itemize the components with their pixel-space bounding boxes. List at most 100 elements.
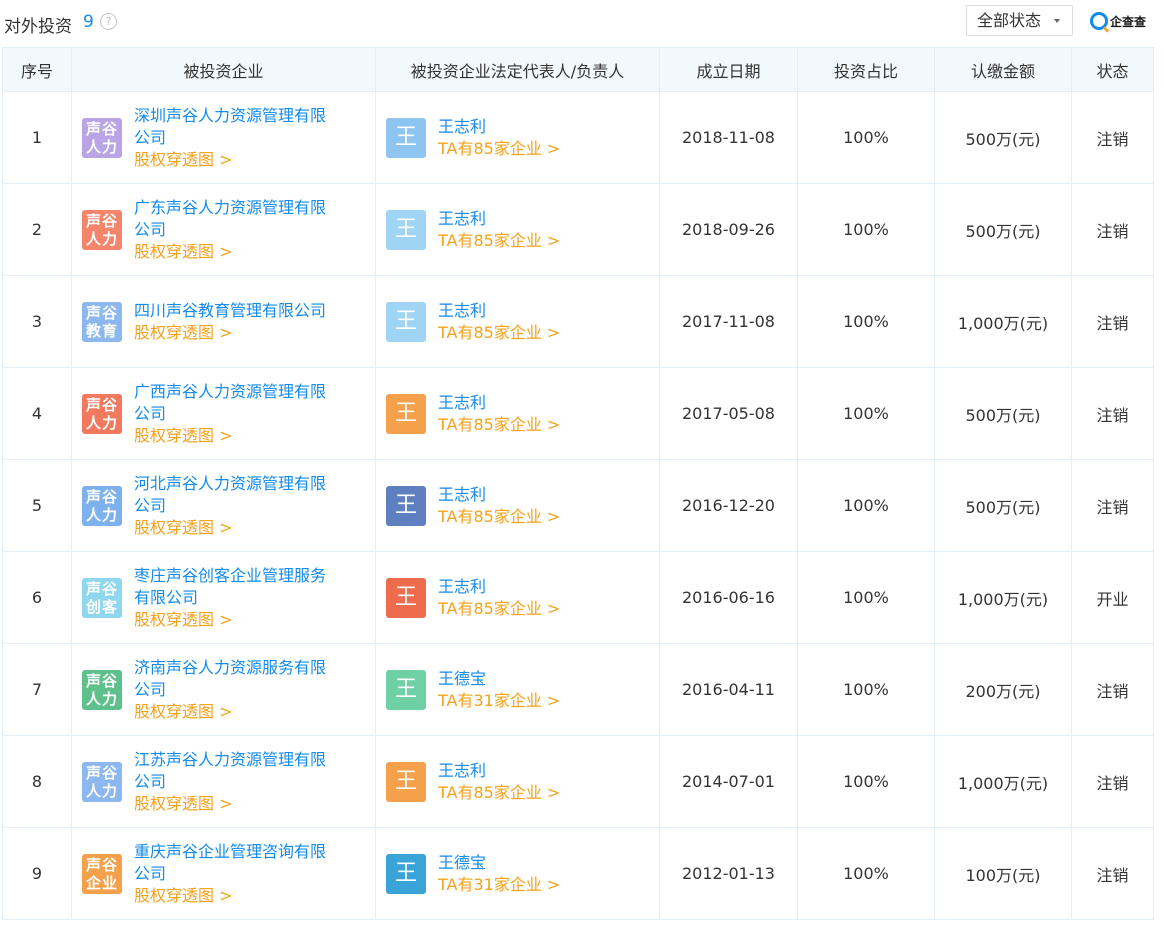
status-badge: 注销	[1071, 367, 1154, 460]
avatar: 王	[386, 393, 426, 434]
company-name-link[interactable]: 江苏声谷人力资源管理有限 公司	[134, 749, 326, 793]
representative-companies-link[interactable]: TA有85家企业 >	[438, 506, 560, 528]
equity-penetration-link[interactable]: 股权穿透图 >	[134, 609, 326, 631]
representative-companies-link[interactable]: TA有31家企业 >	[438, 874, 560, 896]
avatar: 王	[386, 301, 426, 342]
company-name-link[interactable]: 广东声谷人力资源管理有限 公司	[134, 197, 326, 241]
representative-cell: 王 王志利 TA有85家企业 >	[375, 551, 660, 644]
section-title: 对外投资	[4, 17, 72, 37]
table-row: 4 声谷 人力 广西声谷人力资源管理有限 公司 股权穿透图 > 王 王志利 TA有…	[2, 367, 1154, 460]
representative-cell: 王 王志利 TA有85家企业 >	[375, 367, 660, 460]
column-header-company: 被投资企业	[71, 47, 376, 92]
representative-name-link[interactable]: 王志利	[438, 208, 560, 230]
equity-penetration-link[interactable]: 股权穿透图 >	[134, 885, 326, 907]
equity-penetration-link[interactable]: 股权穿透图 >	[134, 425, 326, 447]
company-name-link[interactable]: 深圳声谷人力资源管理有限 公司	[134, 105, 326, 149]
company-name-line: 深圳声谷人力资源管理有限	[134, 105, 327, 125]
company-name-line: 公司	[134, 219, 167, 239]
subscribed-amount: 1,000万(元)	[934, 551, 1072, 644]
row-index: 1	[2, 91, 72, 184]
company-cell: 声谷 教育 四川声谷教育管理有限公司 股权穿透图 >	[71, 275, 376, 368]
status-badge: 开业	[1071, 551, 1154, 644]
investment-ratio: 100%	[797, 459, 935, 552]
subscribed-amount: 500万(元)	[934, 459, 1072, 552]
company-name-link[interactable]: 济南声谷人力资源服务有限 公司	[134, 657, 326, 701]
investment-ratio: 100%	[797, 643, 935, 736]
company-cell: 声谷 人力 广西声谷人力资源管理有限 公司 股权穿透图 >	[71, 367, 376, 460]
equity-penetration-link[interactable]: 股权穿透图 >	[134, 241, 326, 263]
table-row: 9 声谷 企业 重庆声谷企业管理咨询有限 公司 股权穿透图 > 王 王德宝 TA有…	[2, 827, 1154, 920]
company-name-line: 有限公司	[134, 587, 199, 607]
subscribed-amount: 500万(元)	[934, 183, 1072, 276]
company-logo-line: 创客	[85, 597, 118, 616]
equity-penetration-link[interactable]: 股权穿透图 >	[134, 701, 326, 723]
row-index: 7	[2, 643, 72, 736]
equity-penetration-link[interactable]: 股权穿透图 >	[134, 793, 326, 815]
table-row: 6 声谷 创客 枣庄声谷创客企业管理服务 有限公司 股权穿透图 > 王 王志利 T…	[2, 551, 1154, 644]
representative-cell: 王 王志利 TA有85家企业 >	[375, 275, 660, 368]
representative-name-link[interactable]: 王德宝	[438, 668, 560, 690]
representative-companies-link[interactable]: TA有85家企业 >	[438, 414, 560, 436]
row-index: 4	[2, 367, 72, 460]
avatar: 王	[386, 209, 426, 250]
status-badge: 注销	[1071, 183, 1154, 276]
representative-companies-link[interactable]: TA有85家企业 >	[438, 598, 560, 620]
representative-companies-link[interactable]: TA有85家企业 >	[438, 230, 560, 252]
investment-ratio: 100%	[797, 91, 935, 184]
investment-count: 9	[83, 12, 94, 32]
company-logo-line: 人力	[85, 781, 118, 800]
row-index: 3	[2, 275, 72, 368]
established-date: 2016-06-16	[659, 551, 798, 644]
company-name-link[interactable]: 枣庄声谷创客企业管理服务 有限公司	[134, 565, 326, 609]
status-badge: 注销	[1071, 275, 1154, 368]
representative-name-link[interactable]: 王志利	[438, 300, 560, 322]
company-cell: 声谷 人力 济南声谷人力资源服务有限 公司 股权穿透图 >	[71, 643, 376, 736]
company-logo-line: 声谷	[85, 395, 118, 414]
company-name-line: 广西声谷人力资源管理有限	[134, 381, 327, 401]
company-logo-icon: 声谷 企业	[82, 853, 122, 894]
company-name-line: 重庆声谷企业管理咨询有限	[134, 841, 327, 861]
company-name-link[interactable]: 河北声谷人力资源管理有限 公司	[134, 473, 326, 517]
company-logo-line: 人力	[85, 505, 118, 524]
representative-companies-link[interactable]: TA有85家企业 >	[438, 782, 560, 804]
equity-penetration-link[interactable]: 股权穿透图 >	[134, 517, 326, 539]
investment-ratio: 100%	[797, 735, 935, 828]
row-index: 9	[2, 827, 72, 920]
representative-companies-link[interactable]: TA有85家企业 >	[438, 322, 560, 344]
representative-companies-link[interactable]: TA有85家企业 >	[438, 138, 560, 160]
company-logo-icon: 声谷 人力	[82, 209, 122, 250]
table-body: 1 声谷 人力 深圳声谷人力资源管理有限 公司 股权穿透图 > 王 王志利 TA有…	[2, 91, 1154, 920]
representative-cell: 王 王志利 TA有85家企业 >	[375, 91, 660, 184]
representative-name-link[interactable]: 王德宝	[438, 852, 560, 874]
table-row: 3 声谷 教育 四川声谷教育管理有限公司 股权穿透图 > 王 王志利 TA有85…	[2, 275, 1154, 368]
representative-name-link[interactable]: 王志利	[438, 392, 560, 414]
company-cell: 声谷 企业 重庆声谷企业管理咨询有限 公司 股权穿透图 >	[71, 827, 376, 920]
established-date: 2018-09-26	[659, 183, 798, 276]
company-name-line: 公司	[134, 771, 167, 791]
company-name-link[interactable]: 重庆声谷企业管理咨询有限 公司	[134, 841, 326, 885]
help-icon[interactable]: ?	[100, 13, 117, 30]
column-header-representative: 被投资企业法定代表人/负责人	[375, 47, 660, 92]
company-cell: 声谷 人力 广东声谷人力资源管理有限 公司 股权穿透图 >	[71, 183, 376, 276]
established-date: 2017-05-08	[659, 367, 798, 460]
equity-penetration-link[interactable]: 股权穿透图 >	[134, 149, 326, 171]
representative-name-link[interactable]: 王志利	[438, 760, 560, 782]
company-name-link[interactable]: 四川声谷教育管理有限公司	[134, 300, 326, 322]
company-logo-line: 声谷	[85, 579, 118, 598]
representative-name-link[interactable]: 王志利	[438, 576, 560, 598]
company-logo-line: 声谷	[85, 211, 118, 230]
representative-companies-link[interactable]: TA有31家企业 >	[438, 690, 560, 712]
representative-cell: 王 王德宝 TA有31家企业 >	[375, 643, 660, 736]
status-filter-dropdown[interactable]: 全部状态	[966, 5, 1073, 36]
representative-name-link[interactable]: 王志利	[438, 116, 560, 138]
column-header-status: 状态	[1071, 47, 1154, 92]
company-name-link[interactable]: 广西声谷人力资源管理有限 公司	[134, 381, 326, 425]
company-logo-line: 人力	[85, 137, 118, 156]
company-name-line: 公司	[134, 863, 167, 883]
company-logo-line: 人力	[85, 413, 118, 432]
representative-name-link[interactable]: 王志利	[438, 484, 560, 506]
company-name-line: 济南声谷人力资源服务有限	[134, 657, 327, 677]
column-header-amount: 认缴金额	[934, 47, 1072, 92]
company-logo-line: 声谷	[85, 855, 118, 874]
equity-penetration-link[interactable]: 股权穿透图 >	[134, 322, 326, 344]
